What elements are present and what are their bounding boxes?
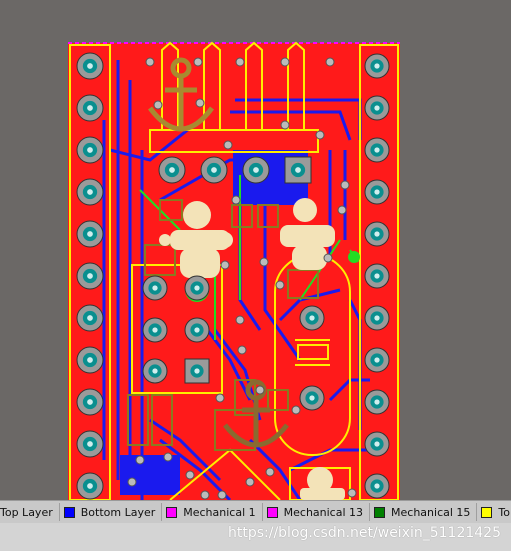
pad-right-2[interactable] (364, 95, 390, 121)
via-21 (255, 385, 265, 395)
layer-label: Mechanical 13 (283, 505, 364, 519)
pad-header-1[interactable] (158, 156, 186, 184)
pad-left-6[interactable] (76, 262, 104, 290)
pad-left-5[interactable] (76, 220, 104, 248)
via-17 (275, 280, 285, 290)
via-5 (325, 57, 335, 67)
pad-left-4[interactable] (76, 178, 104, 206)
pad-isp-2[interactable] (184, 275, 210, 301)
pad-header-2[interactable] (200, 156, 228, 184)
green-pad-small (348, 251, 360, 263)
status-bar: https://blog.csdn.net/weixin_51121425 (0, 523, 511, 551)
pad-right-9[interactable] (364, 389, 390, 415)
via-22 (291, 405, 301, 415)
via-28 (245, 477, 255, 487)
layer-tab-mechanical-13[interactable]: Mechanical 13 (263, 503, 371, 521)
pad-left-7[interactable] (76, 304, 104, 332)
top-overlay-swatch-icon (481, 506, 493, 518)
pad-right-7[interactable] (364, 305, 390, 331)
via-1 (145, 57, 155, 67)
via-7 (195, 98, 205, 108)
via-8 (280, 120, 290, 130)
layer-tab-bottom-layer[interactable]: Bottom Layer (60, 503, 163, 521)
pad-isp-4[interactable] (184, 317, 210, 343)
pad-left-10[interactable] (76, 430, 104, 458)
via-12 (337, 205, 347, 215)
via-15 (220, 260, 230, 270)
via-16 (323, 253, 333, 263)
via-10 (315, 130, 325, 140)
via-25 (127, 477, 137, 487)
pad-left-1[interactable] (76, 52, 104, 80)
via-29 (265, 467, 275, 477)
via-19 (237, 345, 247, 355)
pad-left-9[interactable] (76, 388, 104, 416)
via-26 (200, 490, 210, 500)
bottom-layer-swatch-icon (63, 506, 75, 518)
via-13 (231, 195, 241, 205)
layer-label: Bottom Layer (80, 505, 156, 519)
pad-isp-6[interactable] (184, 358, 210, 384)
watermark-text: https://blog.csdn.net/weixin_51121425 (227, 525, 501, 541)
pad-right-4[interactable] (364, 179, 390, 205)
pad-crystal-1[interactable] (299, 305, 325, 331)
via-14 (259, 257, 269, 267)
pad-left-3[interactable] (76, 136, 104, 164)
pad-left-11[interactable] (76, 472, 104, 500)
via-18 (235, 315, 245, 325)
via-4 (280, 57, 290, 67)
layer-tab-mechanical-1[interactable]: Mechanical 1 (162, 503, 263, 521)
pad-header-4[interactable] (284, 156, 312, 184)
via-20 (215, 393, 225, 403)
mechanical-15-swatch-icon (374, 506, 386, 518)
mechanical-13-swatch-icon (266, 506, 278, 518)
layer-label: Mechanical 15 (391, 505, 471, 519)
pad-header-3[interactable] (242, 156, 270, 184)
layer-tab-mechanical-15[interactable]: Mechanical 15 (370, 503, 478, 521)
via-9 (223, 140, 233, 150)
bottom-pour-2 (120, 455, 180, 495)
via-6 (153, 100, 163, 110)
pad-right-11[interactable] (364, 473, 390, 499)
pad-right-10[interactable] (364, 431, 390, 457)
pad-right-1[interactable] (364, 53, 390, 79)
mechanical-1-swatch-icon (166, 506, 178, 518)
layer-label: Top Layer (0, 505, 53, 519)
layer-tab-top-layer[interactable]: Top Layer (0, 503, 60, 521)
pad-isp-1[interactable] (142, 275, 168, 301)
via-11 (340, 180, 350, 190)
pad-right-6[interactable] (364, 263, 390, 289)
layer-tabs-bar: Top Layer Bottom Layer Mechanical 1 Mech… (0, 500, 511, 523)
via-23 (163, 452, 173, 462)
pad-isp-3[interactable] (142, 317, 168, 343)
layer-tab-top-overlay[interactable]: Top Overlay (477, 503, 511, 521)
via-31 (135, 455, 145, 465)
pcb-canvas[interactable] (0, 0, 511, 500)
layer-label: Mechanical 1 (183, 505, 256, 519)
pad-right-5[interactable] (364, 221, 390, 247)
pad-left-8[interactable] (76, 346, 104, 374)
pad-left-2[interactable] (76, 94, 104, 122)
via-24 (185, 470, 195, 480)
pcb-board-view[interactable] (0, 0, 511, 500)
pad-right-3[interactable] (364, 137, 390, 163)
via-27 (217, 490, 227, 500)
pad-right-8[interactable] (364, 347, 390, 373)
pad-crystal-2[interactable] (299, 385, 325, 411)
via-30 (347, 488, 357, 498)
layer-label: Top Overlay (498, 505, 511, 519)
via-2 (193, 57, 203, 67)
via-3 (235, 57, 245, 67)
pad-isp-5[interactable] (142, 358, 168, 384)
